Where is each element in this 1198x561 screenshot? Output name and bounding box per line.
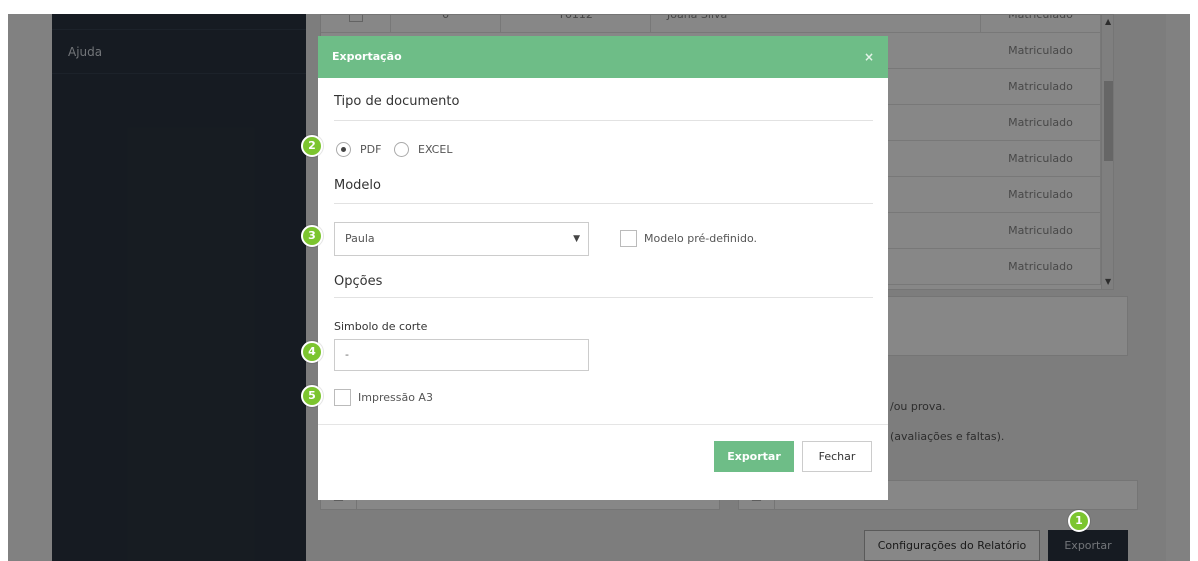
radio-excel[interactable] xyxy=(394,142,409,157)
print-a3-checkbox[interactable] xyxy=(334,389,351,406)
step-badge-1: 1 xyxy=(1068,510,1090,532)
modal-export-button[interactable]: Exportar xyxy=(714,441,794,472)
radio-pdf-label[interactable]: PDF xyxy=(360,143,381,156)
model-select[interactable]: Paula ▼ xyxy=(334,222,589,256)
close-icon[interactable]: × xyxy=(864,36,874,78)
app-window: Ajuda 6 T6112 Joana Silva Matriculado Ma… xyxy=(8,14,1190,561)
cut-symbol-input[interactable]: - xyxy=(334,339,589,371)
doc-type-title: Tipo de documento xyxy=(334,94,460,109)
print-a3-label[interactable]: Impressão A3 xyxy=(358,391,433,404)
default-model-checkbox[interactable] xyxy=(620,230,637,247)
model-select-value: Paula xyxy=(345,232,375,245)
default-model-label[interactable]: Modelo pré-definido. xyxy=(644,232,757,245)
divider xyxy=(334,297,873,298)
modal-footer: Exportar Fechar xyxy=(318,424,888,500)
modal-close-button[interactable]: Fechar xyxy=(802,441,872,472)
radio-pdf[interactable] xyxy=(336,142,351,157)
divider xyxy=(334,120,873,121)
export-modal: Exportação × Tipo de documento PDF EXCEL… xyxy=(318,36,888,500)
options-title: Opções xyxy=(334,274,383,289)
step-badge-2: 2 xyxy=(301,135,323,157)
cut-symbol-value: - xyxy=(345,348,349,361)
caret-down-icon[interactable]: ▼ xyxy=(573,223,580,255)
modal-header: Exportação × xyxy=(318,36,888,78)
radio-excel-label[interactable]: EXCEL xyxy=(418,143,452,156)
cut-symbol-label: Simbolo de corte xyxy=(334,320,428,333)
step-badge-3: 3 xyxy=(301,225,323,247)
modal-title: Exportação xyxy=(332,50,402,63)
divider xyxy=(334,203,873,204)
model-title: Modelo xyxy=(334,178,381,193)
step-badge-4: 4 xyxy=(301,341,323,363)
step-badge-5: 5 xyxy=(301,385,323,407)
